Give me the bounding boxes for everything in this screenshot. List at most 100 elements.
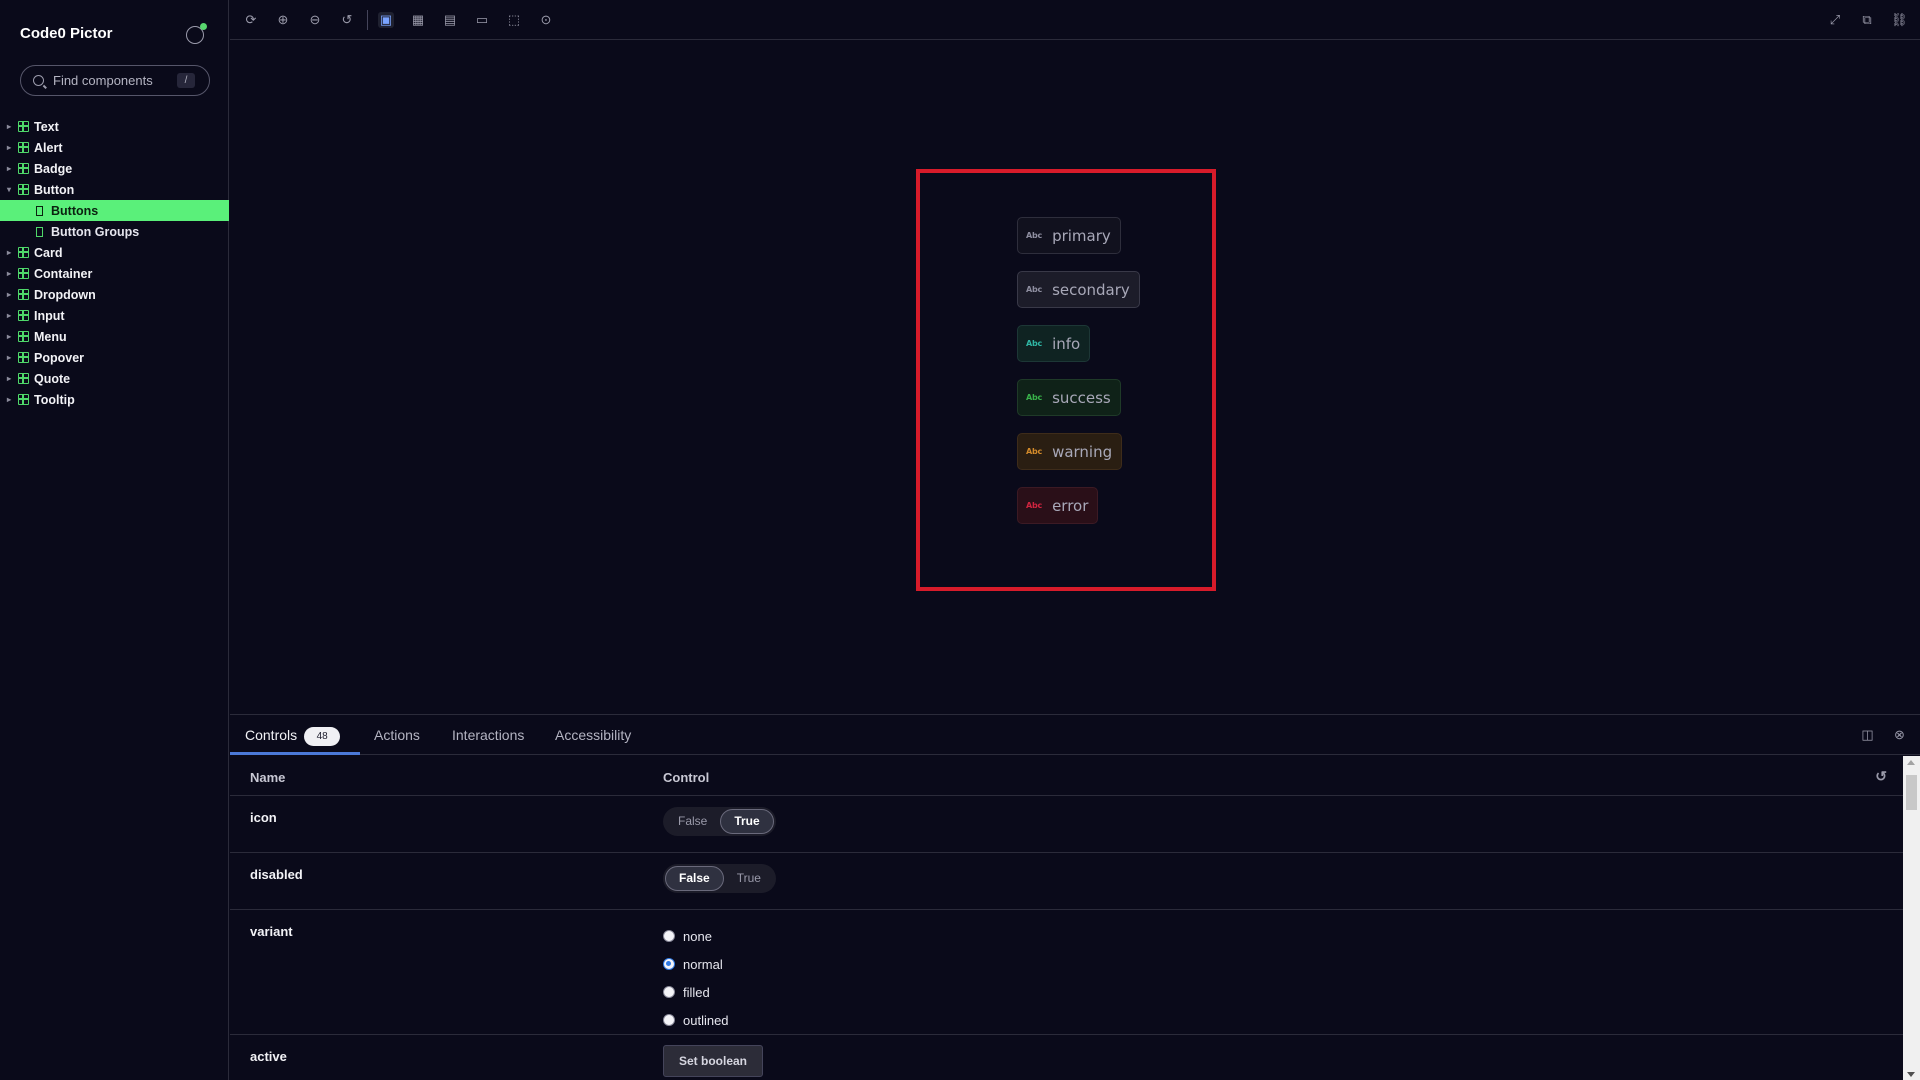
component-icon — [18, 310, 29, 321]
status-dot — [200, 23, 207, 30]
search-shortcut-key: / — [177, 73, 195, 88]
table-row-disabled: disabled False True — [230, 853, 1903, 910]
toolbar-divider — [367, 10, 368, 30]
variant-radio-none[interactable]: none — [663, 922, 729, 950]
chevron-down-icon: ▾ — [7, 185, 12, 194]
table-row-icon: icon False True — [230, 796, 1903, 853]
selection-frame: Abc primary Abc secondary Abc info Abc succe… — [916, 169, 1216, 591]
button-label: primary — [1052, 226, 1111, 245]
radio-circle[interactable] — [663, 986, 675, 998]
radio-circle[interactable] — [663, 958, 675, 970]
controls-table: Name Control ↺ icon False True disabled … — [230, 756, 1903, 1080]
warning-button[interactable]: Abc warning — [1017, 433, 1123, 470]
sidebar-item-label: Dropdown — [34, 287, 96, 302]
variant-radio-filled[interactable]: filled — [663, 978, 729, 1006]
active-tab-indicator — [230, 752, 360, 755]
sidebar-item-buttons-story[interactable]: Buttons — [0, 200, 229, 221]
reload-icon[interactable]: ⟳ — [243, 12, 259, 28]
sidebar-item-label: Button Groups — [51, 224, 140, 239]
open-new-tab-icon[interactable]: ⧉ — [1859, 12, 1875, 28]
sidebar-item-label: Text — [34, 119, 59, 134]
reset-controls-icon[interactable]: ↺ — [1875, 768, 1887, 785]
text-icon: Abc — [1026, 285, 1043, 294]
sidebar-item-container[interactable]: ▸ Container — [0, 263, 229, 284]
button-label: info — [1052, 334, 1081, 353]
error-button[interactable]: Abc error — [1017, 487, 1099, 524]
component-icon — [18, 331, 29, 342]
radio-circle[interactable] — [663, 930, 675, 942]
sidebar-item-alert[interactable]: ▸ Alert — [0, 137, 229, 158]
tab-actions[interactable]: Actions — [374, 727, 420, 743]
chevron-right-icon: ▸ — [7, 353, 12, 362]
radio-circle[interactable] — [663, 1014, 675, 1026]
primary-button[interactable]: Abc primary — [1017, 217, 1121, 254]
scroll-thumb[interactable] — [1906, 775, 1917, 810]
copy-link-icon[interactable]: ⛓ — [1891, 12, 1908, 28]
outline-icon[interactable]: ⬚ — [506, 12, 522, 28]
viewport-icon[interactable]: ▤ — [442, 12, 458, 28]
sidebar: Code0 Pictor / ▸ Text ▸ Alert ▸ Badge ▾ Butt… — [0, 0, 229, 1080]
column-name-header: Name — [250, 770, 286, 785]
sidebar-item-text[interactable]: ▸ Text — [0, 116, 229, 137]
radio-label: normal — [683, 956, 723, 972]
app-title: Code0 Pictor — [20, 25, 113, 42]
component-tree: ▸ Text ▸ Alert ▸ Badge ▾ Button Buttons Butt… — [0, 116, 229, 410]
control-name: disabled — [250, 867, 303, 882]
zoom-reset-icon[interactable]: ↺ — [339, 12, 355, 28]
secondary-button[interactable]: Abc secondary — [1017, 271, 1140, 308]
fullscreen-icon[interactable]: ⤢ — [1827, 12, 1843, 28]
zoom-in-icon[interactable]: ⊕ — [275, 12, 291, 28]
close-panel-icon[interactable]: ⊗ — [1892, 727, 1907, 742]
component-icon — [18, 247, 29, 258]
panel-scrollbar[interactable] — [1903, 756, 1920, 1080]
sidebar-item-button[interactable]: ▾ Button — [0, 179, 229, 200]
sidebar-item-dropdown[interactable]: ▸ Dropdown — [0, 284, 229, 305]
measure-icon[interactable]: ▭ — [474, 12, 490, 28]
sidebar-item-popover[interactable]: ▸ Popover — [0, 347, 229, 368]
false-option[interactable]: False — [665, 809, 720, 834]
success-button[interactable]: Abc success — [1017, 379, 1121, 416]
chevron-right-icon: ▸ — [7, 269, 12, 278]
component-icon — [18, 121, 29, 132]
true-option[interactable]: True — [724, 866, 774, 891]
true-option[interactable]: True — [720, 809, 774, 834]
sidebar-item-card[interactable]: ▸ Card — [0, 242, 229, 263]
scroll-up-icon[interactable] — [1907, 760, 1915, 765]
accessibility-icon[interactable]: ⊙ — [538, 12, 554, 28]
panel-layout-icon[interactable]: ◫ — [1860, 727, 1875, 742]
sidebar-item-input[interactable]: ▸ Input — [0, 305, 229, 326]
theme-toggle-icon[interactable] — [186, 23, 207, 44]
sidebar-item-label: Popover — [34, 350, 85, 365]
variant-radio-outlined[interactable]: outlined — [663, 1006, 729, 1034]
search-box[interactable]: / — [20, 65, 210, 96]
tab-interactions[interactable]: Interactions — [452, 727, 524, 743]
tab-accessibility[interactable]: Accessibility — [555, 727, 631, 743]
button-label: success — [1052, 388, 1111, 407]
sidebar-item-quote[interactable]: ▸ Quote — [0, 368, 229, 389]
zoom-out-icon[interactable]: ⊖ — [307, 12, 323, 28]
radio-label: outlined — [683, 1012, 729, 1028]
tab-label: Controls — [245, 727, 298, 743]
sidebar-item-tooltip[interactable]: ▸ Tooltip — [0, 389, 229, 410]
grid-icon[interactable]: ▦ — [410, 12, 426, 28]
sidebar-item-menu[interactable]: ▸ Menu — [0, 326, 229, 347]
icon-boolean-toggle[interactable]: False True — [663, 807, 776, 836]
variant-radio-normal[interactable]: normal — [663, 950, 729, 978]
sidebar-item-label: Input — [34, 308, 65, 323]
chevron-right-icon: ▸ — [7, 122, 12, 131]
chevron-right-icon: ▸ — [7, 374, 12, 383]
disabled-boolean-toggle[interactable]: False True — [663, 864, 776, 893]
component-icon — [18, 142, 29, 153]
scroll-down-icon[interactable] — [1907, 1072, 1915, 1077]
image-background-icon[interactable]: ▣ — [378, 12, 394, 28]
false-option[interactable]: False — [665, 866, 724, 891]
panel-tabs: Controls 48 Actions Interactions Accessib… — [230, 715, 1920, 755]
table-row-active: active Set boolean — [230, 1035, 1903, 1080]
tab-controls[interactable]: Controls 48 — [245, 727, 341, 746]
info-button[interactable]: Abc info — [1017, 325, 1091, 362]
set-boolean-button[interactable]: Set boolean — [663, 1045, 763, 1077]
sidebar-item-button-groups-story[interactable]: Button Groups — [0, 221, 229, 242]
sidebar-item-label: Quote — [34, 371, 71, 386]
search-input[interactable] — [53, 73, 173, 88]
sidebar-item-badge[interactable]: ▸ Badge — [0, 158, 229, 179]
